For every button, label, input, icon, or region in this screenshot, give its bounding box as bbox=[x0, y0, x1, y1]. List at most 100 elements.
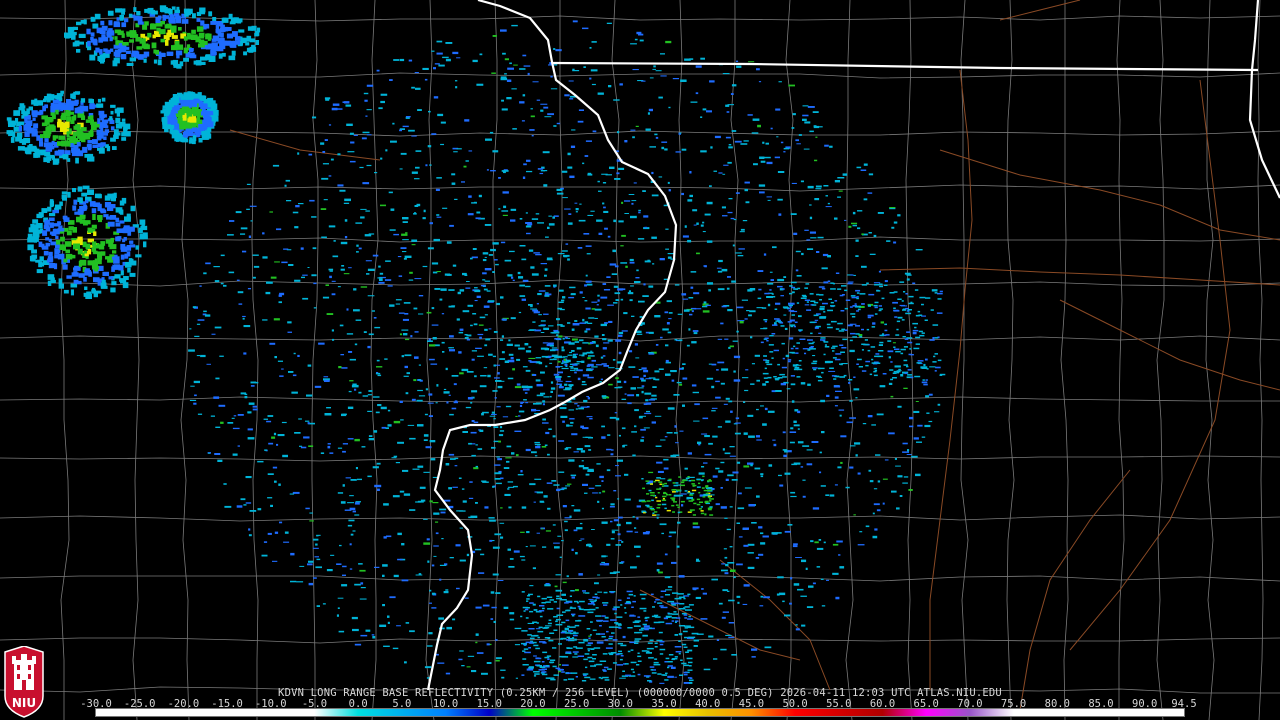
echo-pixel bbox=[323, 199, 328, 201]
echo-pixel bbox=[504, 259, 512, 262]
echo-pixel bbox=[189, 399, 197, 401]
echo-pixel bbox=[482, 604, 490, 607]
echo-pixel bbox=[118, 121, 126, 127]
echo-pixel bbox=[339, 189, 346, 192]
echo-pixel bbox=[550, 659, 556, 661]
echo-pixel bbox=[555, 574, 561, 576]
echo-pixel bbox=[366, 84, 374, 87]
echo-pixel bbox=[567, 322, 571, 324]
echo-pixel bbox=[542, 400, 546, 403]
echo-pixel bbox=[277, 360, 283, 362]
radar-map[interactable] bbox=[0, 0, 1280, 720]
echo-pixel bbox=[756, 408, 759, 411]
echo-pixel bbox=[404, 313, 409, 315]
echo-pixel bbox=[908, 302, 914, 305]
echo-pixel bbox=[873, 370, 877, 373]
echo-pixel bbox=[395, 299, 402, 301]
echo-pixel bbox=[796, 143, 801, 145]
echo-pixel bbox=[827, 280, 831, 282]
echo-pixel bbox=[606, 448, 612, 451]
echo-pixel bbox=[615, 417, 620, 421]
echo-pixel bbox=[196, 355, 200, 357]
echo-pixel bbox=[657, 602, 663, 604]
echo-pixel bbox=[270, 276, 277, 279]
echo-pixel bbox=[543, 495, 548, 498]
echo-pixel bbox=[514, 344, 520, 347]
echo-pixel bbox=[793, 583, 800, 586]
echo-pixel bbox=[39, 109, 44, 115]
echo-pixel bbox=[626, 601, 630, 603]
echo-pixel bbox=[255, 381, 259, 384]
echo-pixel bbox=[337, 607, 340, 609]
echo-pixel bbox=[766, 196, 772, 198]
echo-pixel bbox=[586, 396, 589, 398]
echo-pixel bbox=[688, 500, 693, 502]
echo-pixel bbox=[571, 129, 576, 131]
echo-pixel bbox=[569, 286, 576, 289]
echo-pixel bbox=[88, 98, 93, 103]
echo-pixel bbox=[112, 250, 117, 254]
echo-pixel bbox=[634, 631, 640, 634]
echo-pixel bbox=[49, 117, 54, 122]
echo-pixel bbox=[40, 134, 44, 139]
echo-pixel bbox=[528, 593, 533, 596]
echo-pixel bbox=[639, 607, 647, 610]
echo-pixel bbox=[863, 343, 869, 346]
echo-pixel bbox=[775, 320, 780, 322]
echo-pixel bbox=[795, 624, 798, 626]
echo-pixel bbox=[913, 437, 919, 440]
echo-pixel bbox=[454, 457, 459, 460]
echo-pixel bbox=[684, 490, 688, 492]
echo-pixel bbox=[240, 227, 248, 230]
echo-pixel bbox=[224, 505, 232, 508]
echo-pixel bbox=[514, 386, 522, 389]
echo-pixel bbox=[509, 612, 515, 615]
echo-pixel bbox=[435, 653, 439, 656]
echo-pixel bbox=[588, 317, 595, 319]
echo-pixel bbox=[112, 193, 116, 199]
echo-pixel bbox=[327, 413, 330, 416]
echo-pixel bbox=[364, 99, 368, 102]
echo-pixel bbox=[915, 314, 920, 317]
echo-pixel bbox=[863, 163, 868, 166]
echo-pixel bbox=[732, 471, 739, 474]
echo-pixel bbox=[533, 675, 537, 677]
echo-pixel bbox=[550, 678, 556, 681]
echo-pixel bbox=[554, 338, 561, 340]
echo-pixel bbox=[522, 54, 527, 57]
echo-pixel bbox=[607, 235, 611, 238]
echo-pixel bbox=[709, 514, 714, 516]
echo-pixel bbox=[502, 416, 509, 418]
echo-pixel bbox=[877, 212, 884, 214]
echo-pixel bbox=[689, 58, 694, 60]
echo-pixel bbox=[349, 543, 352, 546]
echo-pixel bbox=[878, 350, 884, 352]
echo-pixel bbox=[455, 86, 458, 89]
echo-pixel bbox=[926, 412, 930, 414]
echo-pixel bbox=[233, 415, 237, 417]
echo-pixel bbox=[778, 213, 782, 216]
echo-pixel bbox=[238, 303, 243, 305]
echo-pixel bbox=[578, 219, 586, 222]
echo-pixel bbox=[593, 647, 601, 649]
colorbar-tick-label: -10.0 bbox=[254, 698, 287, 710]
echo-pixel bbox=[667, 331, 672, 334]
echo-pixel bbox=[428, 110, 431, 113]
echo-pixel bbox=[518, 410, 525, 413]
echo-pixel bbox=[600, 378, 603, 381]
echo-pixel bbox=[697, 441, 702, 445]
echo-pixel bbox=[348, 390, 352, 393]
echo-pixel bbox=[554, 585, 558, 588]
echo-pixel bbox=[661, 146, 665, 150]
echo-pixel bbox=[562, 296, 566, 299]
echo-pixel bbox=[655, 479, 660, 482]
echo-pixel bbox=[463, 165, 467, 168]
echo-pixel bbox=[859, 531, 863, 533]
echo-pixel bbox=[579, 522, 583, 525]
echo-pixel bbox=[815, 325, 821, 328]
echo-pixel bbox=[601, 436, 606, 439]
echo-pixel bbox=[706, 240, 713, 243]
echo-pixel bbox=[588, 598, 594, 600]
echo-pixel bbox=[711, 410, 716, 412]
echo-pixel bbox=[78, 261, 82, 267]
